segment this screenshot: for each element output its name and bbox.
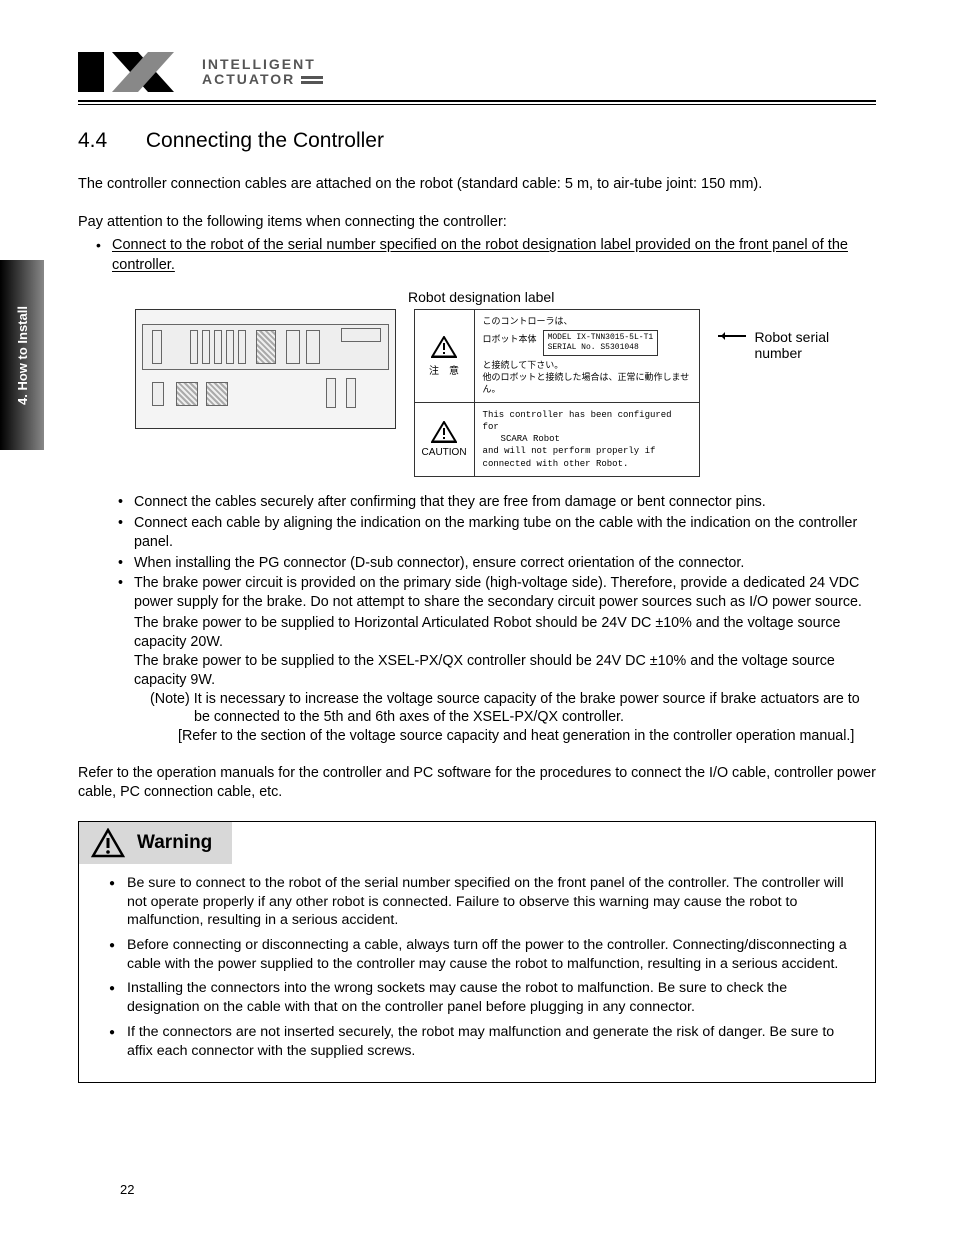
logo-line2: ACTUATOR bbox=[202, 72, 295, 87]
jp-l3: と接続して下さい。 bbox=[483, 360, 691, 372]
section-title: Connecting the Controller bbox=[146, 129, 384, 152]
rule-thick bbox=[78, 100, 876, 102]
en-caution: CAUTION bbox=[422, 447, 467, 458]
note-body1: It is necessary to increase the voltage … bbox=[194, 691, 860, 726]
arrow-icon bbox=[718, 335, 747, 337]
logo-bars-icon bbox=[301, 76, 323, 84]
bullet-1: Connect the cables securely after confir… bbox=[118, 493, 876, 512]
warning-item-1: Be sure to connect to the robot of the s… bbox=[109, 874, 855, 930]
warning-header: Warning bbox=[79, 822, 232, 864]
warning-title: Warning bbox=[137, 832, 212, 854]
serial-pointer: Robot serial number bbox=[718, 309, 877, 361]
jp-l2a: ロボット本体 bbox=[483, 334, 537, 346]
note-line1: (Note) It is necessary to increase the v… bbox=[134, 690, 876, 728]
detail-bullets: Connect the cables securely after confir… bbox=[78, 493, 876, 746]
bullet-4-cont1: The brake power to be supplied to Horizo… bbox=[118, 614, 876, 652]
figure: Robot designation label bbox=[78, 289, 876, 477]
jp-l1: このコントローラは、 bbox=[483, 316, 691, 328]
section-heading: 4.4 Connecting the Controller bbox=[78, 129, 876, 153]
bullet-3: When installing the PG connector (D-sub … bbox=[118, 554, 876, 573]
top-bullet: Connect to the robot of the serial numbe… bbox=[90, 236, 876, 275]
rule-thin bbox=[78, 104, 876, 105]
bullet-4: The brake power circuit is provided on t… bbox=[118, 574, 876, 612]
jp-l4: 他のロボットと接続した場合は、正常に動作しません。 bbox=[483, 372, 691, 396]
warning-box: Warning Be sure to connect to the robot … bbox=[78, 821, 876, 1084]
bullet-2: Connect each cable by aligning the indic… bbox=[118, 514, 876, 552]
jp-serial: SERIAL No. S5301048 bbox=[548, 343, 654, 353]
note-head: (Note) bbox=[150, 691, 190, 707]
intro-1: The controller connection cables are att… bbox=[78, 175, 876, 195]
warning-list: Be sure to connect to the robot of the s… bbox=[109, 874, 855, 1061]
page: 4. How to Install INTELLIGENT ACTUATOR 4… bbox=[0, 0, 954, 1235]
controller-diagram bbox=[135, 309, 396, 429]
bullet-4-cont2: The brake power to be supplied to the XS… bbox=[118, 652, 876, 690]
caution-icon bbox=[431, 421, 457, 443]
warning-item-3: Installing the connectors into the wrong… bbox=[109, 979, 855, 1016]
jp-caution: 注 意 bbox=[429, 362, 459, 377]
ix-logo-icon bbox=[78, 50, 188, 94]
en-l3: and will not perform properly if connect… bbox=[483, 445, 691, 469]
en-l1: This controller has been configured for bbox=[483, 409, 691, 433]
logo-line1: INTELLIGENT bbox=[202, 57, 323, 72]
warning-item-2: Before connecting or disconnecting a cab… bbox=[109, 936, 855, 973]
note-line2: [Refer to the section of the voltage sou… bbox=[118, 727, 876, 746]
figure-caption: Robot designation label bbox=[408, 289, 876, 305]
jp-model: MODEL IX-TNN3015-5L-T1 bbox=[548, 333, 654, 343]
label-jp: 注 意 このコントローラは、 ロボット本体 MODEL IX-TNN3015-5… bbox=[414, 309, 700, 403]
refer-text: Refer to the operation manuals for the c… bbox=[78, 764, 876, 803]
top-bullet-list: Connect to the robot of the serial numbe… bbox=[78, 236, 876, 275]
warning-item-4: If the connectors are not inserted secur… bbox=[109, 1023, 855, 1060]
label-plates: 注 意 このコントローラは、 ロボット本体 MODEL IX-TNN3015-5… bbox=[414, 309, 700, 477]
side-tab: 4. How to Install bbox=[0, 260, 44, 450]
top-bullet-text: Connect to the robot of the serial numbe… bbox=[112, 237, 848, 273]
section-number: 4.4 bbox=[78, 129, 140, 153]
serial-label: Robot serial number bbox=[754, 329, 876, 361]
page-number: 22 bbox=[120, 1182, 134, 1197]
intro-2: Pay attention to the following items whe… bbox=[78, 213, 876, 233]
logo-row: INTELLIGENT ACTUATOR bbox=[78, 50, 876, 94]
en-l2: SCARA Robot bbox=[501, 433, 691, 445]
caution-icon bbox=[431, 336, 457, 358]
label-en: CAUTION This controller has been configu… bbox=[414, 403, 700, 477]
logo-text: INTELLIGENT ACTUATOR bbox=[202, 57, 323, 88]
side-tab-label: 4. How to Install bbox=[15, 306, 30, 405]
warning-icon bbox=[91, 828, 125, 858]
